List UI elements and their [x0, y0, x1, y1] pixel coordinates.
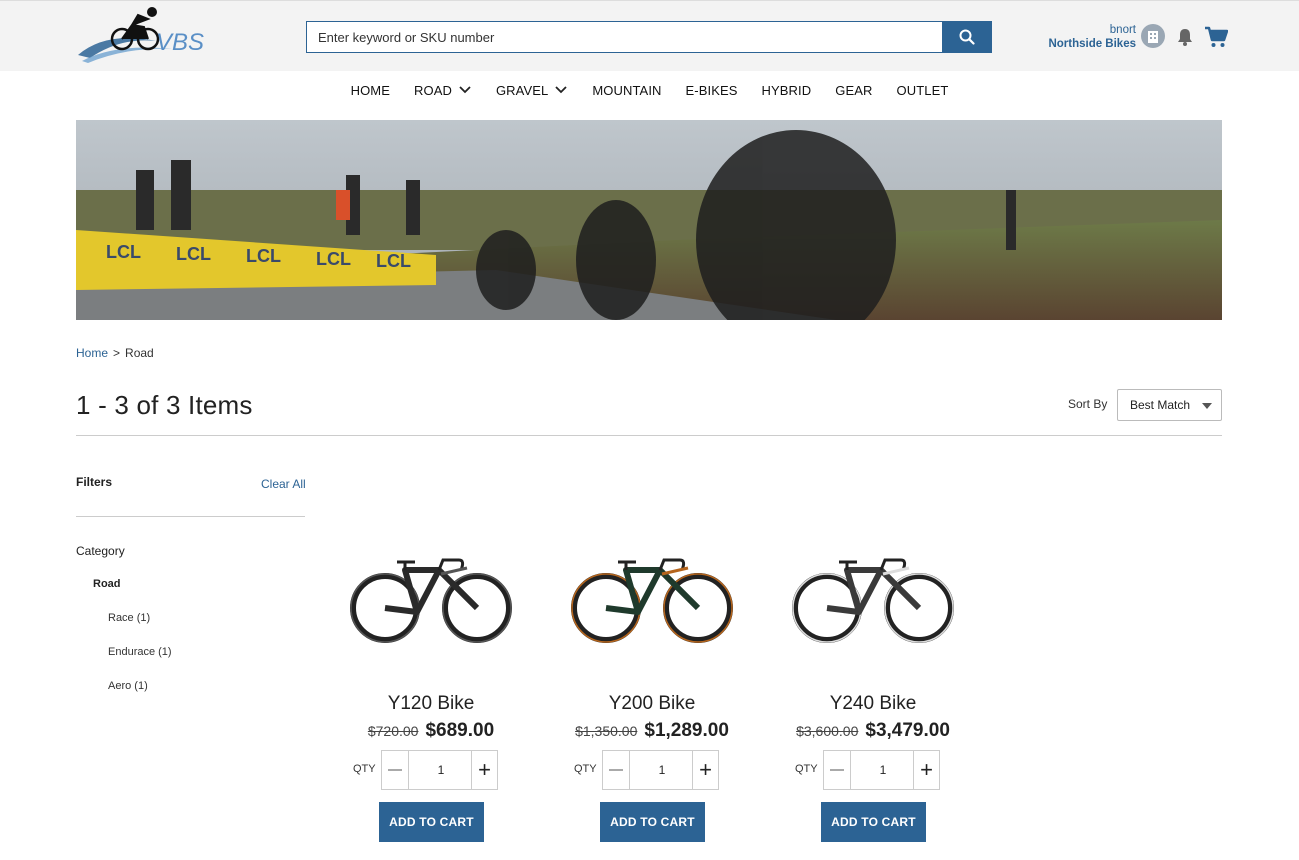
bike-image[interactable] [791, 540, 957, 650]
nav-label: MOUNTAIN [592, 82, 662, 98]
account-username: bnort [1109, 24, 1136, 36]
add-to-cart-button[interactable]: ADD TO CART [821, 802, 926, 842]
quantity-stepper: 1 + [381, 750, 498, 790]
svg-text:LCL: LCL [176, 244, 211, 264]
top-header: VBS bnort Northside Bikes [0, 0, 1299, 71]
filters-divider [76, 516, 305, 517]
minus-icon [388, 769, 402, 771]
qty-label: QTY [574, 763, 597, 775]
add-to-cart-button[interactable]: ADD TO CART [600, 802, 705, 842]
search-bar [306, 21, 992, 53]
search-input[interactable] [306, 21, 943, 53]
chevron-down-icon [459, 86, 471, 94]
sort-value: Best Match [1130, 398, 1191, 412]
svg-text:LCL: LCL [246, 246, 281, 266]
hero-banner: LCL LCL LCL LCL LCL [76, 120, 1222, 320]
decrease-qty-button[interactable] [824, 751, 851, 789]
nav-label: HYBRID [761, 82, 812, 98]
product-name[interactable]: Y120 Bike [331, 693, 531, 715]
category-race[interactable]: Race (1) [108, 612, 150, 624]
nav-item-home[interactable]: HOME [351, 83, 390, 98]
logo-text: VBS [156, 29, 205, 56]
quantity-input[interactable]: 1 [852, 751, 914, 789]
minus-icon [609, 769, 623, 771]
qty-label: QTY [795, 763, 818, 775]
increase-qty-button[interactable]: + [692, 751, 718, 789]
quantity-stepper: 1 + [823, 750, 940, 790]
divider [76, 435, 1222, 436]
svg-text:LCL: LCL [316, 249, 351, 269]
sale-price: $689.00 [425, 720, 495, 741]
plus-icon: + [478, 757, 491, 782]
account-store: Northside Bikes [1048, 38, 1136, 50]
svg-text:LCL: LCL [106, 242, 141, 262]
search-icon [959, 29, 975, 45]
nav-label: E-BIKES [685, 82, 738, 98]
category-label: Category [76, 544, 125, 558]
sale-price: $3,479.00 [865, 720, 950, 741]
vbs-logo[interactable]: VBS [76, 3, 206, 69]
breadcrumb-separator: > [113, 346, 121, 360]
nav-label: GEAR [835, 82, 873, 98]
add-to-cart-button[interactable]: ADD TO CART [379, 802, 484, 842]
category-endurace[interactable]: Endurace (1) [108, 646, 172, 658]
sort-label: Sort By [1068, 397, 1108, 411]
decrease-qty-button[interactable] [603, 751, 630, 789]
product-prices: $1,350.00 $1,289.00 [552, 720, 752, 742]
bike-image[interactable] [570, 540, 736, 650]
nav-item-mountain[interactable]: MOUNTAIN [592, 83, 661, 98]
chevron-down-icon [555, 86, 567, 94]
cart-icon[interactable] [1204, 25, 1228, 49]
search-button[interactable] [942, 21, 992, 53]
product-name[interactable]: Y240 Bike [773, 693, 973, 715]
increase-qty-button[interactable]: + [471, 751, 497, 789]
qty-label: QTY [353, 763, 376, 775]
main-nav: HOME ROAD GRAVEL MOUNTAIN E-BIKES HYBRID GEAR O… [0, 71, 1299, 109]
nav-label: HOME [350, 82, 390, 98]
category-road[interactable]: Road [93, 578, 121, 590]
breadcrumb-home[interactable]: Home [76, 346, 108, 360]
nav-label: OUTLET [896, 82, 949, 98]
caret-down-icon [1202, 403, 1212, 409]
building-glyph [1148, 30, 1158, 43]
plus-icon: + [920, 757, 933, 782]
increase-qty-button[interactable]: + [913, 751, 939, 789]
nav-item-hybrid[interactable]: HYBRID [762, 83, 812, 98]
svg-text:LCL: LCL [376, 251, 411, 271]
nav-item-gear[interactable]: GEAR [835, 83, 872, 98]
minus-icon [830, 769, 844, 771]
product-prices: $720.00 $689.00 [331, 720, 531, 742]
clear-all-link[interactable]: Clear All [261, 477, 306, 491]
original-price: $1,350.00 [575, 723, 638, 739]
product-prices: $3,600.00 $3,479.00 [773, 720, 973, 742]
breadcrumb: Home > Road [76, 346, 154, 360]
sort-select[interactable]: Best Match [1117, 389, 1222, 421]
sale-price: $1,289.00 [644, 720, 729, 741]
account-info[interactable]: bnort Northside Bikes [1040, 23, 1136, 51]
quantity-input[interactable]: 1 [410, 751, 472, 789]
plus-icon: + [699, 757, 712, 782]
building-icon[interactable] [1141, 24, 1165, 48]
bike-image[interactable] [349, 540, 515, 650]
bell-icon[interactable] [1175, 27, 1195, 47]
nav-label: GRAVEL [495, 82, 549, 98]
filters-title: Filters [76, 475, 113, 489]
original-price: $720.00 [367, 723, 419, 739]
nav-label: ROAD [414, 82, 452, 98]
original-price: $3,600.00 [796, 723, 859, 739]
nav-item-road[interactable]: ROAD [414, 83, 472, 98]
breadcrumb-current: Road [125, 346, 154, 360]
items-count: 1 - 3 of 3 Items [76, 390, 253, 420]
decrease-qty-button[interactable] [382, 751, 409, 789]
quantity-input[interactable]: 1 [631, 751, 693, 789]
category-aero[interactable]: Aero (1) [108, 680, 148, 692]
hero-image: LCL LCL LCL LCL LCL [76, 120, 1222, 320]
nav-item-outlet[interactable]: OUTLET [897, 83, 949, 98]
product-name[interactable]: Y200 Bike [552, 693, 752, 715]
quantity-stepper: 1 + [602, 750, 719, 790]
nav-item-e-bikes[interactable]: E-BIKES [686, 83, 738, 98]
nav-item-gravel[interactable]: GRAVEL [496, 83, 568, 98]
